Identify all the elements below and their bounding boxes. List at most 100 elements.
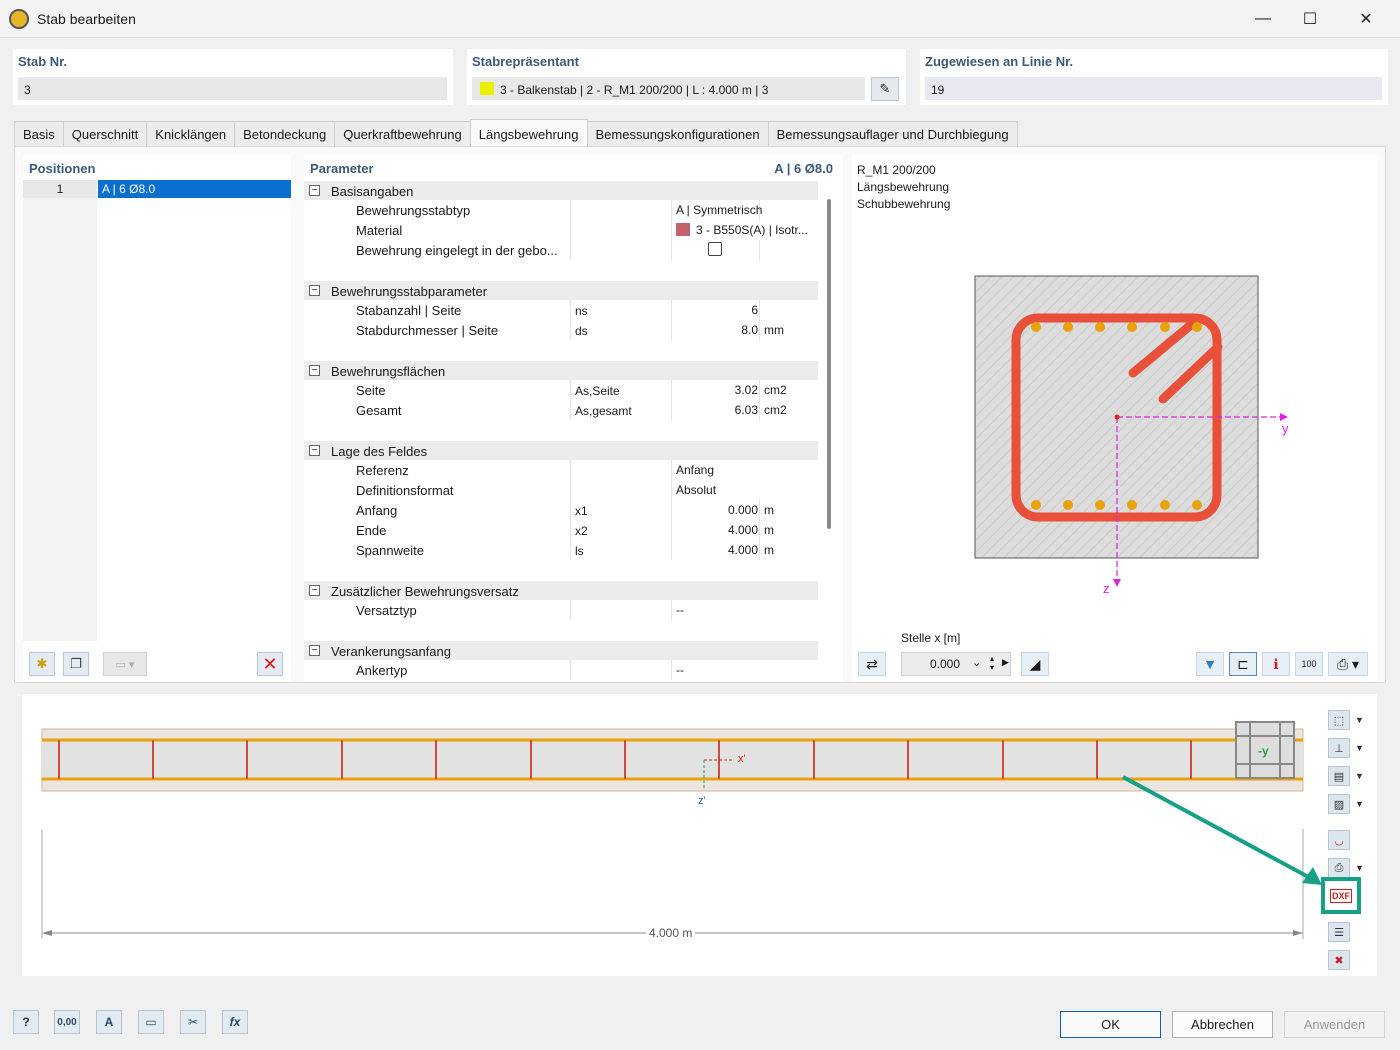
param-row[interactable]: Bewehrung eingelegt in der gebo...: [304, 240, 818, 260]
material-color-swatch: [676, 223, 690, 236]
dxf-export-button[interactable]: DXF: [1321, 877, 1361, 914]
cancel-button[interactable]: Abbrechen: [1172, 1011, 1273, 1038]
param-row[interactable]: Anfang x1 0.000 m: [304, 500, 818, 520]
apply-button[interactable]: Anwenden: [1284, 1011, 1385, 1038]
dxf-icon: DXF: [1330, 888, 1352, 903]
filter-icon[interactable]: ▼: [1196, 652, 1224, 676]
positions-title: Positionen: [29, 161, 96, 176]
longitudinal-panel: x' z' -y 4.000 m: [22, 694, 1377, 976]
title-bar: Stab bearbeiten — ☐ ✕: [0, 0, 1400, 38]
position-no: 1: [23, 180, 97, 198]
group-basisangaben[interactable]: − Basisangaben: [304, 181, 818, 200]
delete-position-icon[interactable]: ✕: [257, 652, 283, 676]
maximize-button[interactable]: ☐: [1287, 4, 1333, 34]
text-format-icon[interactable]: A: [96, 1010, 122, 1034]
edit-position-dropdown-icon[interactable]: ▭ ▾: [103, 652, 147, 676]
scale-icon[interactable]: 100: [1295, 652, 1323, 676]
parameter-panel: Parameter A | 6 Ø8.0 − Basisangaben Beweh…: [304, 155, 843, 681]
assigned-line-field[interactable]: 19: [925, 77, 1382, 100]
new-position-icon[interactable]: ✱: [29, 652, 55, 676]
formula-icon[interactable]: fx: [222, 1010, 248, 1034]
tab-querkraftbewehrung[interactable]: Querkraftbewehrung: [334, 121, 471, 146]
z-axis-label: z: [1103, 581, 1110, 596]
hatching-button[interactable]: ▨ ▼: [1328, 793, 1370, 815]
dimension-icon[interactable]: ⊏: [1229, 652, 1257, 676]
view-cube-label[interactable]: -y: [1258, 744, 1269, 758]
tab-basis[interactable]: Basis: [14, 121, 64, 146]
deformation-icon[interactable]: ◡: [1328, 829, 1370, 851]
param-row[interactable]: Gesamt As,gesamt 6.03 cm2: [304, 400, 818, 420]
param-row[interactable]: Stabanzahl | Seite ns 6: [304, 300, 818, 320]
highlight-arrow-line: [1122, 775, 1315, 882]
stelle-label: Stelle x [m]: [901, 631, 961, 645]
layers-icon[interactable]: ☰: [1328, 921, 1370, 943]
positions-panel: Positionen 1 A | 6 Ø8.0 ✱ ❐ ▭ ▾ ✕: [23, 155, 291, 681]
print-dropdown-icon[interactable]: ⎙ ▾: [1328, 652, 1368, 676]
section-panel: R_M1 200/200 Längsbewehrung Schubbewehru…: [852, 155, 1378, 681]
assigned-line-label: Zugewiesen an Linie Nr.: [925, 54, 1074, 69]
position-no-column: [23, 198, 97, 641]
tab-knicklaengen[interactable]: Knicklängen: [146, 121, 236, 146]
param-row[interactable]: Ende x2 4.000 m: [304, 520, 818, 540]
app-icon: [9, 9, 29, 29]
tab-bemessungskonfigurationen[interactable]: Bemessungskonfigurationen: [586, 121, 769, 146]
tab-laengsbewehrung[interactable]: Längsbewehrung: [469, 119, 588, 146]
embedded-checkbox[interactable]: [708, 242, 722, 256]
parameter-selected: A | 6 Ø8.0: [774, 161, 833, 176]
x-prime-label: x': [738, 753, 746, 765]
parameter-title: Parameter: [310, 161, 374, 176]
dimension-label: 4.000 m: [646, 926, 696, 940]
parameter-scrollbar[interactable]: [827, 199, 831, 529]
param-row[interactable]: Spannweite ls 4.000 m: [304, 540, 818, 560]
representative-box: Stabrepräsentant 3 - Balkenstab | 2 - R_…: [467, 49, 906, 105]
group-verankerungsanfang[interactable]: − Verankerungsanfang: [304, 641, 818, 660]
copy-position-icon[interactable]: ❐: [63, 652, 89, 676]
param-row[interactable]: Definitionsformat Absolut: [304, 480, 818, 500]
cross-section-drawing: [974, 275, 1288, 587]
member-no-field[interactable]: 3: [18, 77, 447, 100]
group-bewehrungsversatz[interactable]: − Zusätzlicher Bewehrungsversatz: [304, 581, 818, 600]
section-pick-icon[interactable]: ◢: [1021, 652, 1049, 676]
member-no-label: Stab Nr.: [18, 54, 68, 69]
representative-value: 3 - Balkenstab | 2 - R_M1 200/200 | L : …: [500, 83, 769, 97]
group-bewehrungsflaechen[interactable]: − Bewehrungsflächen: [304, 361, 818, 380]
param-row[interactable]: Material 3 - B550S(A) | Isotr...: [304, 220, 818, 240]
help-icon[interactable]: ?: [13, 1010, 39, 1034]
position-label: A | 6 Ø8.0: [98, 180, 291, 198]
representative-color-swatch: [480, 82, 494, 95]
z-prime-label: z': [698, 795, 706, 807]
tab-betondeckung[interactable]: Betondeckung: [234, 121, 336, 146]
param-row[interactable]: Stabdurchmesser | Seite ds 8.0 mm: [304, 320, 818, 340]
window-title: Stab bearbeiten: [37, 11, 136, 27]
position-row[interactable]: 1 A | 6 Ø8.0: [23, 180, 291, 198]
info-icon[interactable]: ℹ: [1262, 652, 1290, 676]
ok-button[interactable]: OK: [1060, 1011, 1161, 1038]
edit-representative-icon[interactable]: ✎: [871, 77, 899, 101]
reset-view-icon[interactable]: ✖: [1328, 949, 1370, 971]
view-3d-button[interactable]: ⬚ ▼: [1328, 709, 1370, 731]
section-swap-icon[interactable]: ⇄: [858, 652, 886, 676]
view-direction-button[interactable]: ⊥ ▼: [1328, 737, 1370, 759]
param-row[interactable]: Referenz Anfang: [304, 460, 818, 480]
select-icon[interactable]: ✂: [180, 1010, 206, 1034]
view-monitor-icon[interactable]: ▭: [138, 1010, 164, 1034]
representative-label: Stabrepräsentant: [472, 54, 579, 69]
param-row[interactable]: Versatztyp --: [304, 600, 818, 620]
units-icon[interactable]: 0,00: [54, 1010, 80, 1034]
render-mode-button[interactable]: ▤ ▼: [1328, 765, 1370, 787]
stelle-input[interactable]: 0.000 ⌄ ▴ ▾ ▶: [901, 652, 1011, 676]
minimize-button[interactable]: —: [1240, 4, 1286, 34]
assigned-line-box: Zugewiesen an Linie Nr. 19: [920, 49, 1388, 105]
tab-bemessungsauflager[interactable]: Bemessungsauflager und Durchbiegung: [767, 121, 1018, 146]
param-row[interactable]: Ankertyp --: [304, 660, 818, 680]
group-bewehrungsstabparameter[interactable]: − Bewehrungsstabparameter: [304, 281, 818, 300]
param-row[interactable]: Bewehrungsstabtyp A | Symmetrisch: [304, 200, 818, 220]
param-row[interactable]: Seite As,Seite 3.02 cm2: [304, 380, 818, 400]
group-lage-des-feldes[interactable]: − Lage des Feldes: [304, 441, 818, 460]
beam-core: [42, 739, 1303, 779]
print-longitudinal-button[interactable]: ⎙ ▼: [1328, 857, 1370, 879]
member-no-box: Stab Nr. 3: [13, 49, 453, 105]
representative-field[interactable]: 3 - Balkenstab | 2 - R_M1 200/200 | L : …: [472, 77, 865, 100]
close-button[interactable]: ✕: [1343, 4, 1389, 34]
tab-querschnitt[interactable]: Querschnitt: [62, 121, 148, 146]
